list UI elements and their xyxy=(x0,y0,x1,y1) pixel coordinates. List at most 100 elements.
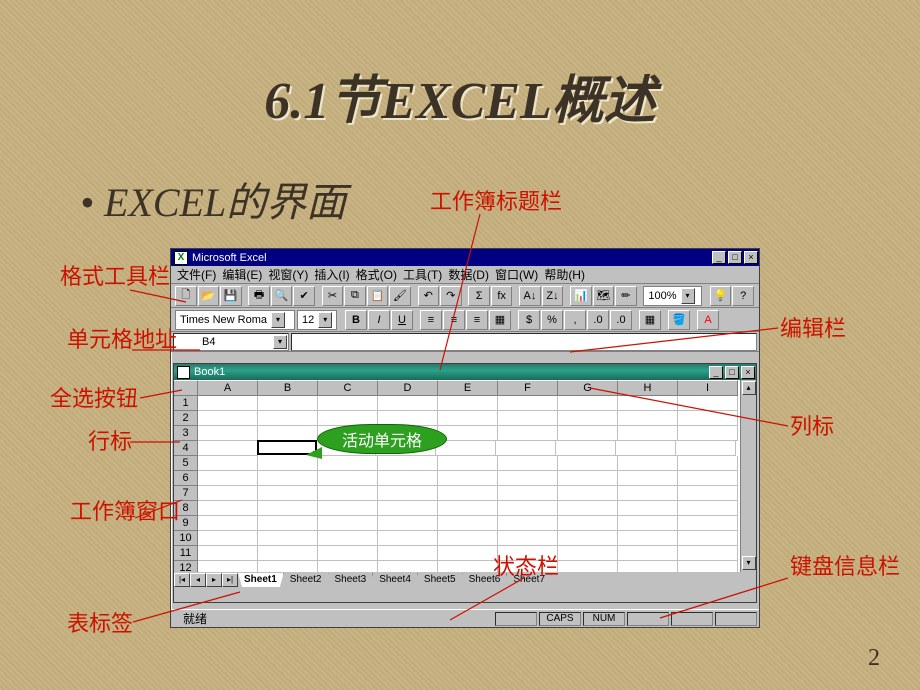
align-right-icon[interactable]: ≡ xyxy=(466,310,488,330)
minimize-button[interactable]: _ xyxy=(712,251,726,264)
comma-icon[interactable]: , xyxy=(564,310,586,330)
sheet-tab[interactable]: Sheet1 xyxy=(238,573,284,587)
borders-icon[interactable]: ▦ xyxy=(639,310,661,330)
row-header[interactable]: 1 xyxy=(174,396,198,411)
menu-item[interactable]: 编辑(E) xyxy=(222,266,262,283)
menu-item[interactable]: 格式(O) xyxy=(356,266,397,283)
preview-icon[interactable]: 🔍 xyxy=(271,286,293,306)
drawing-icon[interactable]: ✏ xyxy=(615,286,637,306)
menu-item[interactable]: 视窗(Y) xyxy=(268,266,308,283)
format-painter-icon[interactable]: 🖌 xyxy=(389,286,411,306)
tip-icon[interactable]: 💡 xyxy=(710,286,732,306)
help-icon[interactable]: ? xyxy=(732,286,754,306)
next-tab-button[interactable]: ▸ xyxy=(206,573,222,587)
chart-icon[interactable]: 📊 xyxy=(570,286,592,306)
sheet-tab[interactable]: Sheet5 xyxy=(418,573,463,587)
row-header[interactable]: 4 xyxy=(174,441,198,456)
row-header[interactable]: 6 xyxy=(174,471,198,486)
chevron-down-icon[interactable]: ▾ xyxy=(681,288,695,304)
maximize-button[interactable]: □ xyxy=(728,251,742,264)
first-tab-button[interactable]: |◂ xyxy=(174,573,190,587)
decrease-decimal-icon[interactable]: .0 xyxy=(610,310,632,330)
standard-toolbar: 🗋 📂 💾 🖶 🔍 ✔ ✂ ⧉ 📋 🖌 ↶ ↷ Σ fx A↓ Z↓ 📊 🗺 ✏ xyxy=(171,284,759,308)
column-header[interactable]: F xyxy=(498,380,558,396)
percent-icon[interactable]: % xyxy=(541,310,563,330)
menu-item[interactable]: 帮助(H) xyxy=(544,266,585,283)
open-icon[interactable]: 📂 xyxy=(198,286,220,306)
status-ready: 就绪 xyxy=(183,610,207,627)
fill-color-icon[interactable]: 🪣 xyxy=(668,310,690,330)
app-title: Microsoft Excel xyxy=(192,252,267,264)
increase-decimal-icon[interactable]: .0 xyxy=(587,310,609,330)
horizontal-scrollbar[interactable] xyxy=(174,588,756,602)
column-header[interactable]: H xyxy=(618,380,678,396)
row-header[interactable]: 5 xyxy=(174,456,198,471)
menu-item[interactable]: 文件(F) xyxy=(177,266,216,283)
status-cell xyxy=(627,612,669,626)
autosum-icon[interactable]: Σ xyxy=(468,286,490,306)
zoom-combo[interactable]: 100% ▾ xyxy=(643,286,702,306)
column-header[interactable]: I xyxy=(678,380,738,396)
bold-icon[interactable]: B xyxy=(345,310,367,330)
redo-icon[interactable]: ↷ xyxy=(440,286,462,306)
column-header[interactable]: G xyxy=(558,380,618,396)
scroll-down-icon[interactable]: ▾ xyxy=(742,556,756,570)
map-icon[interactable]: 🗺 xyxy=(593,286,615,306)
menu-item[interactable]: 窗口(W) xyxy=(495,266,538,283)
chevron-down-icon[interactable]: ▾ xyxy=(271,312,285,328)
column-header[interactable]: C xyxy=(318,380,378,396)
print-icon[interactable]: 🖶 xyxy=(248,286,270,306)
vertical-scrollbar[interactable]: ▴ ▾ xyxy=(740,380,756,572)
cells-grid[interactable] xyxy=(198,396,740,572)
new-icon[interactable]: 🗋 xyxy=(175,286,197,306)
sheet-tab[interactable]: Sheet3 xyxy=(329,573,374,587)
annot-status-bar: 状态栏 xyxy=(493,555,559,579)
sort-asc-icon[interactable]: A↓ xyxy=(519,286,541,306)
doc-maximize-button[interactable]: □ xyxy=(725,366,739,379)
font-name-combo[interactable]: Times New Roma ▾ xyxy=(175,310,295,330)
column-header[interactable]: B xyxy=(258,380,318,396)
scroll-up-icon[interactable]: ▴ xyxy=(742,381,756,395)
close-button[interactable]: × xyxy=(744,251,758,264)
annot-row-header: 行标 xyxy=(88,430,132,454)
last-tab-button[interactable]: ▸| xyxy=(222,573,238,587)
font-size: 12 xyxy=(302,314,314,326)
column-header[interactable]: A xyxy=(198,380,258,396)
row-header[interactable]: 11 xyxy=(174,546,198,561)
menu-item[interactable]: 数据(D) xyxy=(448,266,489,283)
align-left-icon[interactable]: ≡ xyxy=(420,310,442,330)
underline-icon[interactable]: U xyxy=(391,310,413,330)
menu-item[interactable]: 插入(I) xyxy=(314,266,349,283)
row-header[interactable]: 3 xyxy=(174,426,198,441)
undo-icon[interactable]: ↶ xyxy=(418,286,440,306)
copy-icon[interactable]: ⧉ xyxy=(344,286,366,306)
font-size-combo[interactable]: 12 ▾ xyxy=(297,310,337,330)
row-header[interactable]: 2 xyxy=(174,411,198,426)
italic-icon[interactable]: I xyxy=(368,310,390,330)
prev-tab-button[interactable]: ◂ xyxy=(190,573,206,587)
merge-center-icon[interactable]: ▦ xyxy=(489,310,511,330)
column-header[interactable]: D xyxy=(378,380,438,396)
font-name: Times New Roma xyxy=(180,314,267,326)
chevron-down-icon[interactable]: ▾ xyxy=(318,312,332,328)
select-all-button[interactable] xyxy=(174,380,198,396)
column-header[interactable]: E xyxy=(438,380,498,396)
font-color-icon[interactable]: A xyxy=(697,310,719,330)
sort-desc-icon[interactable]: Z↓ xyxy=(542,286,564,306)
menu-item[interactable]: 工具(T) xyxy=(403,266,442,283)
currency-icon[interactable]: $ xyxy=(518,310,540,330)
align-center-icon[interactable]: ≡ xyxy=(443,310,465,330)
formula-bar[interactable] xyxy=(291,333,757,351)
spell-icon[interactable]: ✔ xyxy=(293,286,315,306)
save-icon[interactable]: 💾 xyxy=(220,286,242,306)
name-box[interactable]: B4 ▾ xyxy=(173,333,289,351)
cut-icon[interactable]: ✂ xyxy=(322,286,344,306)
row-header[interactable]: 10 xyxy=(174,531,198,546)
sheet-tab[interactable]: Sheet2 xyxy=(284,573,329,587)
chevron-down-icon[interactable]: ▾ xyxy=(273,335,287,349)
paste-icon[interactable]: 📋 xyxy=(367,286,389,306)
doc-close-button[interactable]: × xyxy=(741,366,755,379)
doc-minimize-button[interactable]: _ xyxy=(709,366,723,379)
sheet-tab[interactable]: Sheet4 xyxy=(373,573,418,587)
function-icon[interactable]: fx xyxy=(491,286,513,306)
